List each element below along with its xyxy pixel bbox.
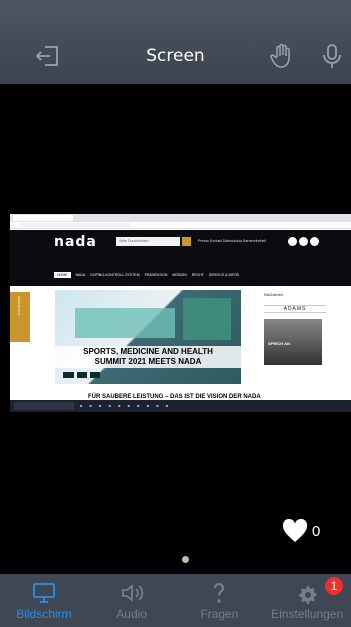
promo-image: SPRICH AN — [264, 319, 322, 365]
like-count: 0 — [312, 522, 321, 540]
tab-einstellungen[interactable]: Einstellungen 1 — [263, 574, 351, 627]
site-search: Seite Durchsuchen — [116, 237, 180, 246]
like-counter[interactable]: 0 — [282, 519, 320, 543]
tab-bildschirm[interactable]: Bildschirm — [0, 574, 88, 627]
speaker-icon — [121, 584, 143, 602]
tab-fragen[interactable]: Fragen — [176, 574, 264, 627]
nada-logo: nada — [54, 234, 97, 250]
nav-item: RECHT — [191, 273, 204, 277]
tab-label: Fragen — [200, 607, 239, 621]
partner-nadamed: NADAmed — [264, 292, 283, 297]
nav-item: MEDIZIN — [172, 273, 187, 277]
microphone-icon[interactable] — [318, 42, 346, 70]
shared-screen[interactable]: nada Seite Durchsuchen Presse Kontakt Da… — [10, 214, 351, 412]
bottom-tab-bar: Bildschirm Audio Fragen Einstellungen 1 — [0, 574, 351, 627]
site-top-nav: Presse Kontakt Datenschutz Barrierefreih… — [198, 239, 267, 243]
browser-tab — [13, 215, 73, 221]
site-main-nav: HOME NADA DOPING-KONTROLL-SYSTEM PRÄVENT… — [54, 270, 239, 280]
nav-item: NADA — [75, 273, 86, 277]
hero-caption: SPORTS, MEDICINE AND HEALTH SUMMIT 2021 … — [55, 346, 241, 368]
windows-taskbar: ■ ■ ■ ■ ■ ■ ■ ■ ■ ■ — [10, 400, 351, 412]
tab-audio[interactable]: Audio — [88, 574, 176, 627]
browser-url-bar — [10, 222, 351, 229]
hero-logo-panel — [183, 298, 231, 340]
page-title: Screen — [146, 46, 205, 66]
question-icon — [214, 582, 225, 603]
hero-banner: SPORTS, MEDICINE AND HEALTH SUMMIT 2021 … — [55, 290, 241, 384]
site-header: nada Seite Durchsuchen Presse Kontakt Da… — [10, 230, 351, 286]
monitor-icon — [32, 583, 55, 603]
raise-hand-icon[interactable] — [268, 42, 296, 70]
gear-icon — [299, 586, 317, 604]
nav-item: PRÄVENTION — [144, 273, 168, 277]
tab-label: Einstellungen — [271, 607, 344, 621]
browser-tabs — [10, 214, 351, 222]
sidebar-tag: ANTI-DOPING — [10, 292, 30, 342]
partner-adams: ADAMS — [264, 305, 326, 313]
page-indicator-dot — [182, 556, 189, 563]
notification-badge: 1 — [325, 577, 343, 595]
taskbar-apps: ■ ■ ■ ■ ■ ■ ■ ■ ■ ■ — [80, 403, 172, 408]
nav-item: HOME — [54, 272, 71, 278]
heart-icon[interactable] — [282, 519, 308, 543]
search-button — [182, 237, 191, 246]
taskbar-search — [14, 402, 74, 410]
hero-screens — [75, 308, 175, 338]
browser-url — [20, 223, 130, 227]
nav-item: DOPING-KONTROLL-SYSTEM — [90, 273, 140, 277]
partner-column: NADAmed ADAMS SPRICH AN — [264, 292, 326, 376]
nav-item: SERVICE & INFOS — [208, 273, 240, 277]
tab-label: Audio — [116, 607, 147, 621]
social-icons — [288, 237, 319, 246]
tab-label: Bildschirm — [16, 607, 72, 621]
hero-chips — [63, 372, 100, 378]
top-bar: Screen — [0, 0, 351, 84]
